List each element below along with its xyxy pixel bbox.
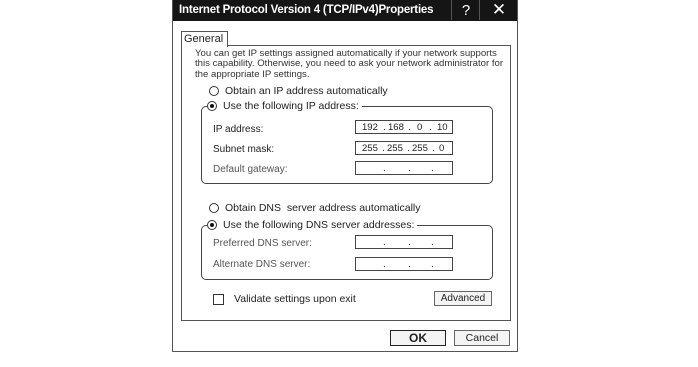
subnet-mask-input[interactable]: 255 . 255 . 255 . 0: [355, 141, 453, 155]
obtain-ip-auto-option[interactable]: Obtain an IP address automatically: [209, 85, 391, 97]
alternate-dns-input[interactable]: . . .: [355, 257, 453, 271]
obtain-dns-auto-radio[interactable]: [209, 203, 219, 213]
preferred-dns-input[interactable]: . . .: [355, 235, 453, 249]
use-following-ip-label: Use the following IP address:: [223, 100, 359, 112]
dot: .: [431, 237, 434, 248]
dot: .: [407, 143, 410, 154]
dot: .: [431, 163, 434, 174]
ok-button[interactable]: OK: [390, 330, 446, 346]
description-text: You can get IP settings assigned automat…: [195, 48, 504, 80]
dot: .: [408, 259, 411, 270]
ipv4-properties-dialog: Internet Protocol Version 4 (TCP/IPv4)Pr…: [172, 0, 518, 352]
subnet-octet-4: 0: [439, 143, 445, 154]
dot: .: [408, 122, 411, 133]
use-following-dns-radio[interactable]: [207, 220, 217, 230]
advanced-button[interactable]: Advanced: [434, 291, 492, 306]
window-title: Internet Protocol Version 4 (TCP/IPv4)Pr…: [179, 4, 434, 16]
default-gateway-label: Default gateway:: [213, 164, 288, 175]
use-following-dns-option[interactable]: Use the following DNS server addresses:: [207, 219, 418, 231]
dot: .: [383, 122, 386, 133]
dot: .: [408, 237, 411, 248]
default-gateway-input[interactable]: . . .: [355, 161, 453, 175]
help-button[interactable]: ?: [451, 0, 480, 20]
subnet-mask-label: Subnet mask:: [213, 144, 275, 155]
dns-address-group: [201, 225, 493, 280]
ip-octet-1: 192: [362, 122, 378, 133]
preferred-dns-label: Preferred DNS server:: [213, 238, 312, 249]
tab-general[interactable]: General: [181, 31, 228, 47]
dot: .: [383, 163, 386, 174]
validate-settings-option[interactable]: Validate settings upon exit: [213, 293, 356, 305]
use-following-dns-label: Use the following DNS server addresses:: [223, 219, 415, 231]
dot: .: [431, 259, 434, 270]
ip-octet-3: 0: [417, 122, 423, 133]
subnet-octet-3: 255: [412, 143, 428, 154]
validate-settings-label: Validate settings upon exit: [234, 293, 356, 305]
ip-octet-4: 10: [437, 122, 448, 133]
dot: .: [429, 122, 432, 133]
validate-settings-checkbox[interactable]: [213, 293, 224, 305]
ip-octet-2: 168: [388, 122, 404, 133]
close-button[interactable]: ✕: [479, 0, 518, 20]
dot: .: [383, 237, 386, 248]
use-following-ip-option[interactable]: Use the following IP address:: [207, 100, 362, 112]
use-following-ip-radio[interactable]: [207, 101, 217, 111]
title-bar: Internet Protocol Version 4 (TCP/IPv4)Pr…: [173, 0, 517, 21]
alternate-dns-label: Alternate DNS server:: [213, 259, 311, 270]
ip-address-input[interactable]: 192 . 168 . 0 . 10: [355, 120, 453, 134]
obtain-dns-auto-option[interactable]: Obtain DNS server address automatically: [209, 202, 424, 214]
dot: .: [432, 143, 435, 154]
cancel-button[interactable]: Cancel: [454, 330, 510, 346]
subnet-octet-2: 255: [387, 143, 403, 154]
dot: .: [408, 163, 411, 174]
obtain-dns-auto-label: Obtain DNS server address automatically: [225, 202, 421, 214]
obtain-ip-auto-label: Obtain an IP address automatically: [225, 85, 388, 97]
dot: .: [382, 143, 385, 154]
ip-address-label: IP address:: [213, 124, 264, 135]
dot: .: [383, 259, 386, 270]
obtain-ip-auto-radio[interactable]: [209, 86, 219, 96]
subnet-octet-1: 255: [362, 143, 378, 154]
